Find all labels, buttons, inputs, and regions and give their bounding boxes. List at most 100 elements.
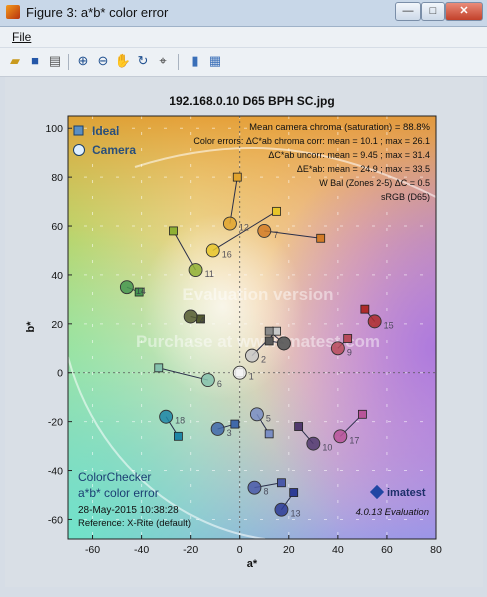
patch-label-11: 11	[205, 269, 214, 279]
stats-line-4: ΔE*ab: mean = 24.9 ; max = 33.5	[297, 164, 430, 174]
watermark-evaluation: Evaluation version	[182, 285, 333, 304]
stats-line-2: Color errors: ΔC*ab chroma corr: mean = …	[193, 136, 430, 146]
patch-label-2: 2	[261, 355, 266, 365]
legend-camera-marker	[73, 144, 85, 156]
pan-icon[interactable]: ✋	[114, 52, 132, 70]
camera-marker-16	[205, 243, 220, 258]
x-tick-label: 80	[430, 544, 442, 556]
patch-label-7: 7	[273, 230, 278, 240]
y-tick-label: -20	[48, 417, 63, 429]
legend-camera: Camera	[92, 143, 136, 157]
data-cursor-icon[interactable]: ⌖	[154, 52, 172, 70]
y-tick-label: 80	[51, 172, 63, 184]
figure-area: Evaluation version Purchase at www.imate…	[5, 77, 483, 587]
ideal-marker-5	[264, 429, 274, 439]
camera-marker-12	[222, 216, 237, 231]
camera-marker-10	[306, 436, 321, 451]
stats-line-3: ΔC*ab uncorr: mean = 9.45 ; max = 31.4	[268, 150, 430, 160]
patch-label-1: 1	[249, 372, 254, 382]
chart-title: 192.168.0.10 D65 BPH SC.jpg	[169, 94, 334, 108]
title-bar: Figure 3: a*b* color error — □ ✕	[0, 0, 487, 27]
ideal-marker-10	[294, 422, 304, 431]
info-line-4: Reference: X-Rite (default)	[78, 518, 191, 529]
camera-marker-5	[249, 407, 264, 422]
info-line-2: a*b* color error	[78, 486, 159, 500]
camera-marker-n19	[276, 336, 291, 351]
y-axis-label: b*	[25, 321, 37, 333]
camera-marker-13	[274, 502, 289, 517]
figure-toolbar: ▰ ■ ▤ ⊕ ⊖ ✋ ↻ ⌖ ▮ ▦	[0, 48, 487, 77]
patch-label-10: 10	[322, 443, 332, 453]
patch-label-9: 9	[347, 347, 352, 357]
camera-marker-7	[257, 223, 272, 238]
patch-label-18: 18	[175, 416, 185, 426]
y-tick-label: 60	[51, 221, 63, 233]
menu-bar: File	[0, 27, 487, 47]
patch-label-14: 14	[136, 286, 146, 296]
patch-label-17: 17	[349, 435, 359, 445]
patch-label-12: 12	[239, 223, 249, 233]
toolbar-separator	[68, 54, 69, 70]
camera-marker-15	[367, 314, 382, 329]
toolbar-separator	[178, 54, 179, 70]
matlab-app-icon	[6, 5, 20, 19]
ab-color-error-chart: Evaluation version Purchase at www.imate…	[25, 94, 442, 570]
open-icon[interactable]: ▰	[6, 52, 24, 70]
ideal-marker-n19	[264, 336, 274, 346]
save-icon[interactable]: ■	[26, 52, 44, 70]
camera-marker-6	[200, 373, 215, 388]
imatest-version: 4.0.13 Evaluation	[356, 507, 429, 518]
maximize-button[interactable]: □	[421, 2, 445, 21]
legend-ideal: Ideal	[92, 124, 119, 138]
camera-marker-18	[159, 409, 174, 424]
imatest-brand-name: imatest	[387, 487, 426, 499]
ideal-marker-3	[230, 419, 240, 429]
patch-label-13: 13	[290, 509, 300, 519]
y-tick-label: 100	[45, 123, 63, 135]
y-tick-label: -60	[48, 514, 63, 526]
camera-marker-9	[330, 341, 345, 356]
x-tick-label: 40	[332, 544, 344, 556]
legend-ideal-marker	[73, 125, 84, 136]
menu-file[interactable]: File	[12, 30, 31, 44]
stats-line-5: W Bal (Zones 2-5) ΔC = 0.5	[319, 178, 430, 188]
ideal-marker-17	[357, 409, 367, 419]
print-icon[interactable]: ▤	[46, 52, 64, 70]
minimize-button[interactable]: —	[395, 2, 421, 21]
ideal-marker-6	[154, 363, 164, 373]
zoom-in-icon[interactable]: ⊕	[74, 52, 92, 70]
stats-line-1: Mean camera chroma (saturation) = 88.8%	[249, 122, 430, 133]
window-footer	[0, 587, 487, 597]
camera-marker-14	[119, 280, 134, 295]
ideal-marker-12	[232, 172, 242, 182]
y-tick-label: 40	[51, 270, 63, 282]
patch-label-8: 8	[263, 487, 268, 497]
ideal-marker-16	[272, 206, 281, 216]
ideal-marker-9	[343, 334, 353, 343]
legend-icon[interactable]: ▦	[206, 52, 224, 70]
camera-marker-8	[247, 480, 262, 495]
rotate-icon[interactable]: ↻	[134, 52, 152, 70]
patch-label-15: 15	[384, 320, 394, 330]
close-button[interactable]: ✕	[445, 2, 483, 21]
stats-line-6: sRGB (D65)	[381, 192, 430, 202]
colorbar-icon[interactable]: ▮	[186, 52, 204, 70]
camera-marker-17	[333, 429, 348, 444]
y-tick-label: -40	[48, 466, 63, 478]
x-axis-label: a*	[247, 558, 258, 570]
zoom-out-icon[interactable]: ⊖	[94, 52, 112, 70]
camera-marker-1	[232, 365, 247, 380]
info-line-3: 28-May-2015 10:38:28	[78, 505, 179, 516]
patch-label-3: 3	[227, 428, 232, 438]
camera-marker-3	[210, 422, 225, 436]
ideal-marker-18	[173, 431, 183, 441]
camera-marker-4	[183, 309, 198, 324]
x-tick-label: -60	[85, 544, 100, 556]
camera-marker-11	[188, 263, 203, 277]
ideal-marker-n18	[264, 326, 274, 336]
x-tick-label: 60	[381, 544, 393, 556]
ideal-marker-13	[289, 488, 299, 497]
patch-label-4: 4	[200, 315, 205, 325]
info-line-1: ColorChecker	[78, 470, 151, 484]
ideal-marker-15	[360, 304, 370, 314]
